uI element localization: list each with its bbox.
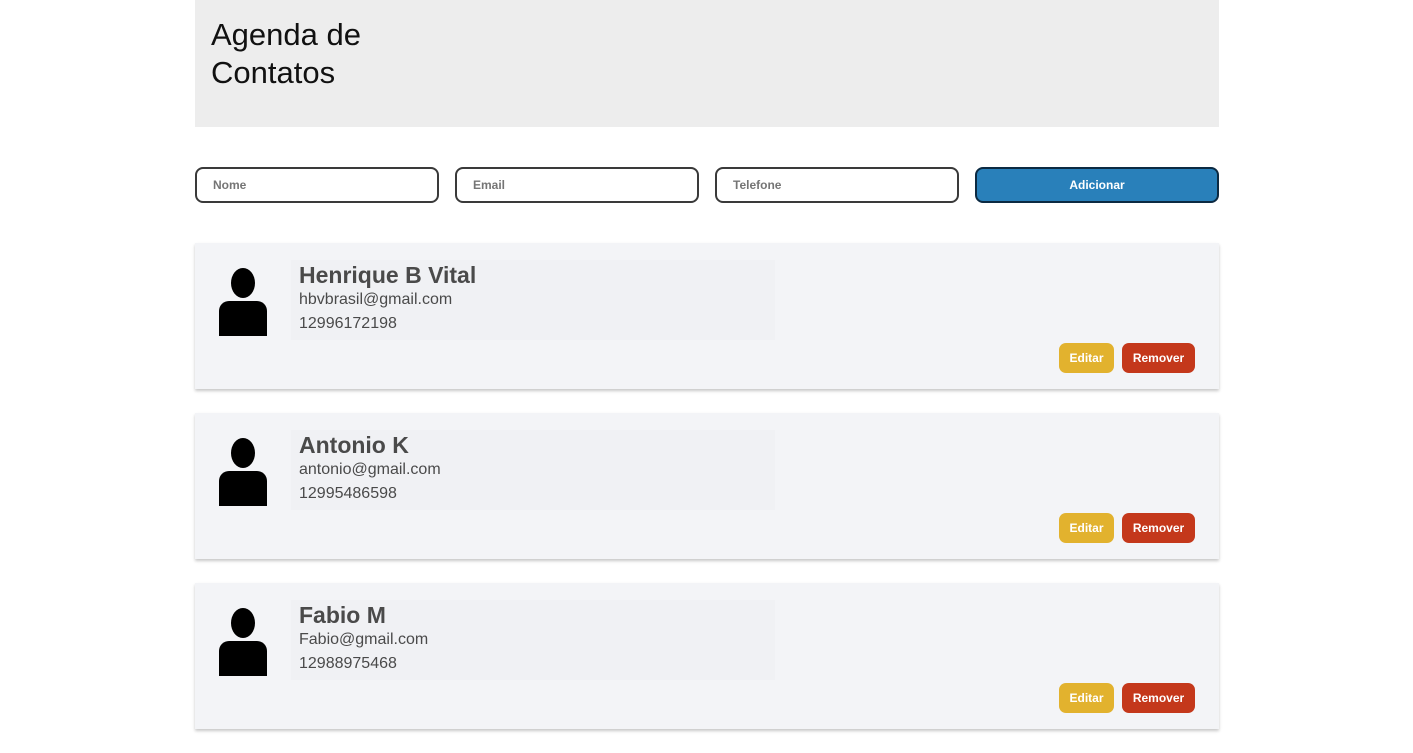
contact-email: Fabio@gmail.com — [299, 631, 429, 648]
contact-list: Henrique B Vital hbvbrasil@gmail.com 129… — [195, 243, 1219, 753]
name-input[interactable] — [195, 167, 439, 203]
add-contact-form: Adicionar — [195, 167, 1219, 203]
contact-info: Antonio K antonio@gmail.com 12995486598 — [291, 430, 775, 510]
edit-button[interactable]: Editar — [1059, 513, 1114, 543]
contact-name: Henrique B Vital — [299, 262, 477, 288]
person-icon — [219, 268, 267, 336]
contact-email: hbvbrasil@gmail.com — [299, 291, 453, 308]
add-contact-button[interactable]: Adicionar — [975, 167, 1219, 203]
contact-phone: 12996172198 — [299, 315, 397, 332]
page-title: Agenda de Contatos — [211, 17, 361, 90]
contact-info: Henrique B Vital hbvbrasil@gmail.com 129… — [291, 260, 775, 340]
person-icon — [219, 438, 267, 506]
app-header: Agenda de Contatos — [195, 0, 1219, 127]
remove-button[interactable]: Remover — [1122, 343, 1195, 373]
contact-phone: 12995486598 — [299, 485, 397, 502]
remove-button[interactable]: Remover — [1122, 513, 1195, 543]
person-icon — [219, 608, 267, 676]
contact-info: Fabio M Fabio@gmail.com 12988975468 — [291, 600, 775, 680]
contact-name: Fabio M — [299, 602, 386, 628]
contact-card: Antonio K antonio@gmail.com 12995486598 … — [195, 413, 1219, 559]
edit-button[interactable]: Editar — [1059, 343, 1114, 373]
phone-input[interactable] — [715, 167, 959, 203]
edit-button[interactable]: Editar — [1059, 683, 1114, 713]
contact-email: antonio@gmail.com — [299, 461, 441, 478]
contact-card: Henrique B Vital hbvbrasil@gmail.com 129… — [195, 243, 1219, 389]
contact-name: Antonio K — [299, 432, 409, 458]
email-input[interactable] — [455, 167, 699, 203]
contact-card: Fabio M Fabio@gmail.com 12988975468 Edit… — [195, 583, 1219, 729]
remove-button[interactable]: Remover — [1122, 683, 1195, 713]
contact-phone: 12988975468 — [299, 655, 397, 672]
